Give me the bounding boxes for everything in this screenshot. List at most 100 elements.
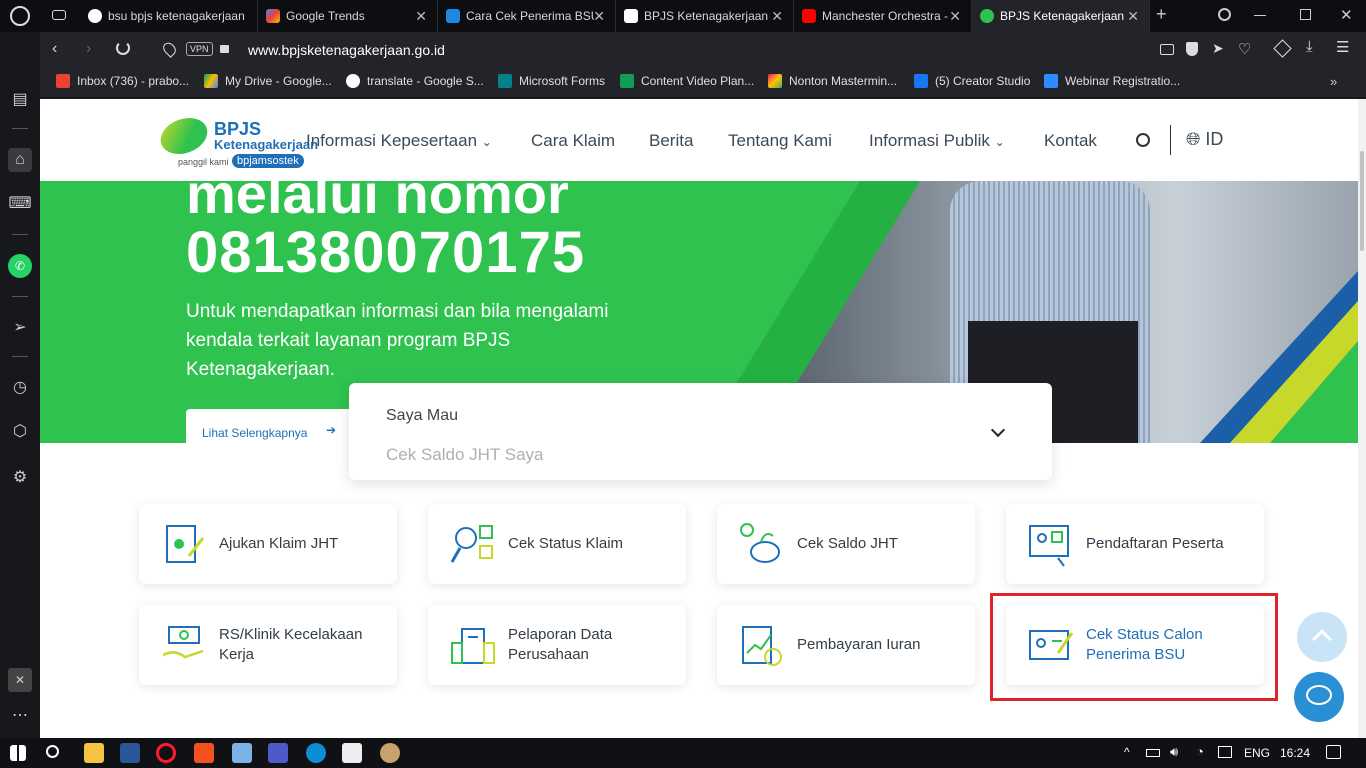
pinned-app-icon[interactable]: ✕ xyxy=(8,668,32,692)
new-tab-button[interactable]: + xyxy=(1156,4,1167,25)
service-card-cek-saldo-jht[interactable]: Cek Saldo JHT xyxy=(717,504,975,584)
send-icon[interactable]: ➤ xyxy=(1212,40,1224,57)
battery-icon[interactable] xyxy=(1146,749,1160,757)
volume-icon[interactable]: 🔊︎ xyxy=(1170,744,1178,760)
easy-setup-icon[interactable]: ☰ xyxy=(1336,38,1349,56)
saya-mau-select[interactable]: Cek Saldo JHT Saya xyxy=(386,445,543,465)
bookmark-forms[interactable]: Microsoft Forms xyxy=(498,74,605,88)
highlight-box xyxy=(990,593,1278,701)
bookmark-nonton[interactable]: Nonton Mastermin... xyxy=(768,74,897,88)
close-window-button[interactable]: ✕ xyxy=(1340,6,1353,24)
vpn-badge[interactable]: VPN xyxy=(186,42,213,56)
tab-search-icon[interactable] xyxy=(1218,8,1231,21)
notification-icon[interactable] xyxy=(1326,745,1341,759)
notes-icon[interactable] xyxy=(232,743,252,763)
tab-bpjs-1[interactable]: BPJS Ketenagakerjaan ✕ xyxy=(616,0,794,32)
bookmark-inbox[interactable]: Inbox (736) - prabo... xyxy=(56,74,189,88)
word-icon[interactable] xyxy=(120,743,140,763)
typora-icon[interactable] xyxy=(342,743,362,763)
divider xyxy=(12,128,28,129)
service-card-rs-klinik[interactable]: RS/Klinik Kecelakaan Kerja xyxy=(139,605,397,685)
nav-tentang-kami[interactable]: Tentang Kami xyxy=(728,131,832,151)
service-card-pembayaran-iuran[interactable]: Pembayaran Iuran xyxy=(717,605,975,685)
tab-bpjs-active[interactable]: BPJS Ketenagakerjaan ✕ xyxy=(972,0,1150,32)
bookmark-translate[interactable]: translate - Google S... xyxy=(346,74,484,88)
teams-icon[interactable] xyxy=(268,743,288,763)
tab-cara-cek[interactable]: Cara Cek Penerima BSU ✕ xyxy=(438,0,616,32)
nav-informasi-publik[interactable]: Informasi Publik ⌄ xyxy=(869,131,1005,151)
service-card-ajukan-klaim-jht[interactable]: Ajukan Klaim JHT xyxy=(139,504,397,584)
nav-berita[interactable]: Berita xyxy=(649,131,693,151)
browser-tab-bar: bsu bpjs ketenagakerjaan Google Trends ✕… xyxy=(0,0,1366,32)
heart-icon[interactable]: ♡ xyxy=(1238,40,1251,58)
more-icon[interactable]: ⋯ xyxy=(8,704,32,728)
scroll-to-top-button[interactable] xyxy=(1297,612,1347,662)
adblock-shield-icon[interactable] xyxy=(1186,42,1198,56)
close-tab-icon[interactable]: ✕ xyxy=(1127,8,1139,25)
opera-icon[interactable] xyxy=(156,743,176,763)
page-scrollbar[interactable] xyxy=(1358,99,1366,738)
language-indicator[interactable]: ENG xyxy=(1244,746,1270,760)
history-clock-icon[interactable]: ◷ xyxy=(8,376,32,400)
send-icon[interactable]: ➢ xyxy=(8,316,32,340)
service-card-pendaftaran-peserta[interactable]: Pendaftaran Peserta xyxy=(1006,504,1264,584)
bookmark-drive[interactable]: My Drive - Google... xyxy=(204,74,332,88)
nav-kontak[interactable]: Kontak xyxy=(1044,131,1097,151)
minimize-button[interactable] xyxy=(1254,15,1266,16)
back-icon[interactable]: ‹ xyxy=(52,40,57,58)
restore-button[interactable] xyxy=(1300,9,1311,20)
download-icon[interactable]: ⤓ xyxy=(1306,38,1313,55)
close-tab-icon[interactable]: ✕ xyxy=(593,8,605,25)
tab-workspaces-icon[interactable] xyxy=(52,10,66,20)
bookmark-content[interactable]: Content Video Plan... xyxy=(620,74,754,88)
home-icon[interactable]: ⌂ xyxy=(8,148,32,172)
pdf-reader-icon[interactable] xyxy=(194,743,214,763)
edge-icon[interactable] xyxy=(306,743,326,763)
chevron-down-icon: ⌄ xyxy=(481,135,492,149)
extensions-cube-icon[interactable]: ⬡ xyxy=(8,420,32,444)
close-tab-icon[interactable]: ✕ xyxy=(771,8,783,25)
settings-gear-icon[interactable]: ⚙ xyxy=(8,466,32,490)
file-explorer-icon[interactable] xyxy=(84,743,104,763)
forward-icon[interactable]: › xyxy=(86,40,91,58)
magnifier-check-icon xyxy=(450,522,496,568)
tab-bsu-bpjs[interactable]: bsu bpjs ketenagakerjaan xyxy=(80,0,258,32)
nav-cara-klaim[interactable]: Cara Klaim xyxy=(531,131,615,151)
service-card-cek-status-klaim[interactable]: Cek Status Klaim xyxy=(428,504,686,584)
show-hidden-icons[interactable]: ^ xyxy=(1124,745,1130,759)
scrollbar-thumb[interactable] xyxy=(1360,151,1364,251)
language-switcher[interactable]: 🌐︎ ID xyxy=(1186,129,1223,150)
reload-icon[interactable] xyxy=(116,41,130,55)
tab-manchester[interactable]: Manchester Orchestra - ✕ xyxy=(794,0,972,32)
camera-icon[interactable] xyxy=(1160,44,1174,55)
drive-icon xyxy=(204,74,218,88)
close-tab-icon[interactable]: ✕ xyxy=(949,8,961,25)
chevron-down-icon[interactable] xyxy=(990,422,1006,438)
clock[interactable]: 16:24 xyxy=(1280,746,1310,760)
tab-google-trends[interactable]: Google Trends ✕ xyxy=(258,0,438,32)
chat-button[interactable] xyxy=(1294,672,1344,722)
news-icon[interactable]: ▤ xyxy=(8,88,32,112)
service-card-pelaporan-data[interactable]: Pelaporan Data Perusahaan xyxy=(428,605,686,685)
saya-mau-dropdown[interactable]: Saya Mau Cek Saldo JHT Saya xyxy=(349,383,1052,480)
bookmarks-overflow-icon[interactable]: » xyxy=(1330,74,1337,89)
nav-informasi-kepesertaan[interactable]: Informasi Kepesertaan ⌄ xyxy=(306,131,492,151)
opera-menu-icon[interactable] xyxy=(10,6,30,26)
search-icon[interactable] xyxy=(46,745,59,758)
wifi-icon[interactable]: ◔ xyxy=(1196,744,1204,759)
close-tab-icon[interactable]: ✕ xyxy=(415,8,427,25)
saya-mau-label: Saya Mau xyxy=(386,407,459,424)
bookmark-creator[interactable]: (5) Creator Studio xyxy=(914,74,1030,88)
paint-icon[interactable] xyxy=(380,743,400,763)
bookmark-webinar[interactable]: Webinar Registratio... xyxy=(1044,74,1180,88)
meet-now-icon[interactable] xyxy=(1218,746,1232,758)
gamepad-icon[interactable]: ⌨ xyxy=(8,192,32,216)
location-pin-icon[interactable] xyxy=(160,40,179,58)
search-icon[interactable] xyxy=(1136,133,1150,147)
see-more-button[interactable]: Lihat Selengkapnya ➔ xyxy=(186,409,356,443)
url-field[interactable]: www.bpjsketenagakerjaan.go.id xyxy=(248,42,445,58)
logo-tag-badge: bpjamsostek xyxy=(232,154,304,168)
extensions-cube-icon[interactable] xyxy=(1273,39,1292,58)
windows-start-icon[interactable] xyxy=(10,745,26,761)
whatsapp-icon[interactable]: ✆ xyxy=(8,254,32,278)
